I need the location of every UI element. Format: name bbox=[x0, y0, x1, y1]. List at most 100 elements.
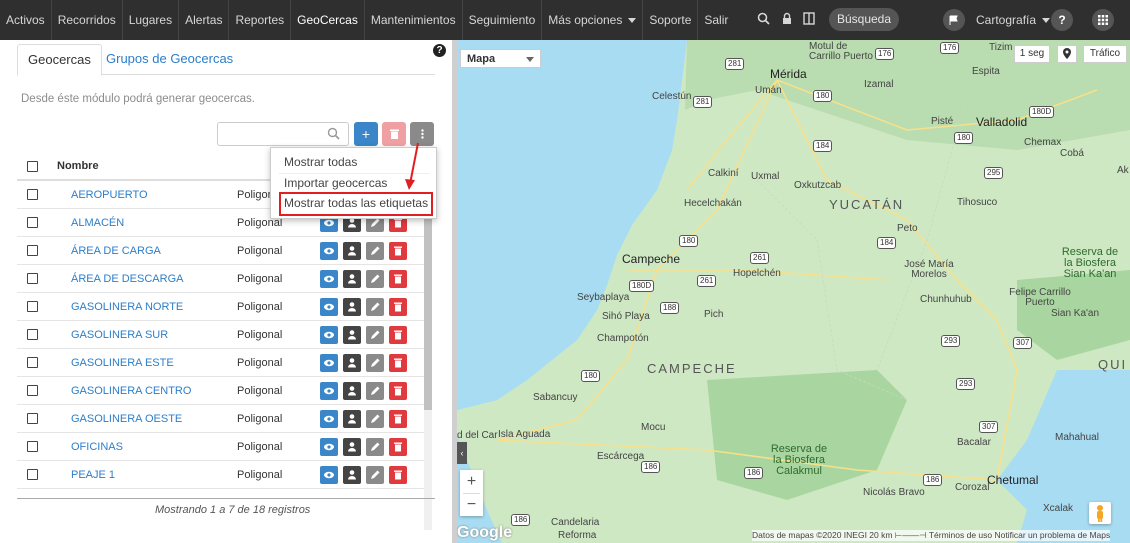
view-button[interactable] bbox=[320, 437, 338, 456]
row-checkbox[interactable] bbox=[27, 301, 38, 313]
zoom-in-button[interactable]: + bbox=[460, 470, 483, 493]
row-checkbox[interactable] bbox=[27, 217, 38, 229]
traffic-toggle-button[interactable]: Tráfico bbox=[1083, 45, 1127, 63]
row-checkbox[interactable] bbox=[27, 273, 38, 285]
delete-button[interactable] bbox=[389, 241, 407, 260]
edit-button[interactable] bbox=[366, 437, 384, 456]
apps-grid-icon[interactable] bbox=[1092, 9, 1114, 31]
delete-button[interactable] bbox=[389, 297, 407, 316]
nav-activos[interactable]: Activos bbox=[0, 0, 52, 40]
row-checkbox[interactable] bbox=[27, 441, 38, 453]
edit-button[interactable] bbox=[366, 465, 384, 484]
geofence-name-link[interactable]: ÁREA DE DESCARGA bbox=[57, 264, 237, 293]
geofence-name-link[interactable]: PEAJE 1 bbox=[57, 460, 237, 489]
delete-button[interactable] bbox=[389, 381, 407, 400]
row-checkbox[interactable] bbox=[27, 329, 38, 341]
view-button[interactable] bbox=[320, 409, 338, 428]
edit-button[interactable] bbox=[366, 381, 384, 400]
edit-button[interactable] bbox=[366, 241, 384, 260]
view-button[interactable] bbox=[320, 241, 338, 260]
nav-recorridos[interactable]: Recorridos bbox=[52, 0, 123, 40]
row-checkbox[interactable] bbox=[27, 357, 38, 369]
delete-button[interactable] bbox=[389, 325, 407, 344]
menu-item-importar-geocercas[interactable]: Importar geocercas bbox=[284, 176, 387, 190]
map-attribution[interactable]: Datos de mapas ©2020 INEGI 20 km ⊢——⊣ Té… bbox=[752, 530, 1111, 541]
view-button[interactable] bbox=[320, 381, 338, 400]
assign-user-button[interactable] bbox=[343, 241, 361, 260]
search-button[interactable]: Búsqueda bbox=[829, 8, 899, 31]
panel-layout-icon[interactable] bbox=[803, 12, 815, 28]
view-button[interactable] bbox=[320, 269, 338, 288]
tab-grupos-geocercas[interactable]: Grupos de Geocercas bbox=[96, 44, 243, 74]
delete-button[interactable] bbox=[389, 465, 407, 484]
trash-icon bbox=[389, 129, 399, 139]
row-checkbox[interactable] bbox=[27, 385, 38, 397]
edit-button[interactable] bbox=[366, 269, 384, 288]
assign-user-button[interactable] bbox=[343, 381, 361, 400]
assign-user-button[interactable] bbox=[343, 297, 361, 316]
assign-user-button[interactable] bbox=[343, 465, 361, 484]
table-scrollbar[interactable] bbox=[424, 190, 432, 530]
flag-icon[interactable] bbox=[943, 9, 965, 31]
view-button[interactable] bbox=[320, 465, 338, 484]
nav-lugares[interactable]: Lugares bbox=[123, 0, 180, 40]
row-checkbox[interactable] bbox=[27, 469, 38, 481]
nav-salir[interactable]: Salir bbox=[698, 0, 734, 40]
refresh-interval-button[interactable]: 1 seg bbox=[1014, 45, 1050, 63]
edit-button[interactable] bbox=[366, 325, 384, 344]
nav-seguimiento[interactable]: Seguimiento bbox=[463, 0, 543, 40]
map-pin-icon[interactable] bbox=[1057, 45, 1077, 63]
user-icon bbox=[348, 301, 356, 311]
row-checkbox[interactable] bbox=[27, 245, 38, 257]
row-checkbox[interactable] bbox=[27, 189, 38, 201]
add-geofence-button[interactable]: + bbox=[354, 122, 378, 146]
nav-soporte[interactable]: Soporte bbox=[643, 0, 699, 40]
row-checkbox[interactable] bbox=[27, 413, 38, 425]
delete-button[interactable] bbox=[389, 269, 407, 288]
menu-item-mostrar-todas[interactable]: Mostrar todas bbox=[284, 155, 357, 169]
delete-button[interactable] bbox=[389, 409, 407, 428]
nav-reportes[interactable]: Reportes bbox=[229, 0, 292, 40]
delete-button[interactable] bbox=[389, 353, 407, 372]
map-view[interactable]: Mérida YUCATÁN Campeche CAMPECHE Vallado… bbox=[457, 40, 1130, 543]
view-button[interactable] bbox=[320, 353, 338, 372]
geofence-name-link[interactable]: AEROPUERTO bbox=[57, 180, 237, 209]
tab-geocercas[interactable]: Geocercas bbox=[17, 44, 102, 76]
select-all-checkbox[interactable] bbox=[27, 160, 38, 172]
zoom-out-button[interactable]: − bbox=[460, 494, 483, 516]
edit-button[interactable] bbox=[366, 409, 384, 428]
geofence-search-input[interactable] bbox=[217, 122, 349, 146]
nav-alertas[interactable]: Alertas bbox=[179, 0, 230, 40]
help-icon[interactable]: ? bbox=[1051, 9, 1073, 31]
geofence-name-link[interactable]: GASOLINERA SUR bbox=[57, 320, 237, 349]
nav-mas-opciones[interactable]: Más opciones bbox=[542, 0, 644, 40]
view-button[interactable] bbox=[320, 325, 338, 344]
delete-button[interactable] bbox=[389, 437, 407, 456]
geofence-name-link[interactable]: OFICINAS bbox=[57, 432, 237, 461]
geofence-name-link[interactable]: ALMACÉN bbox=[57, 208, 237, 237]
geofence-name-link[interactable]: GASOLINERA CENTRO bbox=[57, 376, 237, 405]
assign-user-button[interactable] bbox=[343, 409, 361, 428]
nav-mantenimientos[interactable]: Mantenimientos bbox=[365, 0, 463, 40]
scrollbar-thumb[interactable] bbox=[424, 205, 432, 410]
nav-geocercas[interactable]: GeoCercas bbox=[291, 0, 365, 40]
edit-button[interactable] bbox=[366, 297, 384, 316]
collapse-panel-icon[interactable]: ‹ bbox=[457, 442, 467, 464]
lock-icon[interactable] bbox=[782, 12, 792, 28]
map-type-select[interactable]: Mapa bbox=[460, 49, 541, 68]
geofence-name-link[interactable]: GASOLINERA NORTE bbox=[57, 292, 237, 321]
cartography-dropdown[interactable]: Cartografía bbox=[976, 0, 1051, 40]
help-icon[interactable]: ? bbox=[433, 44, 446, 57]
assign-user-button[interactable] bbox=[343, 269, 361, 288]
assign-user-button[interactable] bbox=[343, 353, 361, 372]
search-icon[interactable] bbox=[757, 12, 770, 28]
assign-user-button[interactable] bbox=[343, 325, 361, 344]
assign-user-button[interactable] bbox=[343, 437, 361, 456]
geofence-name-link[interactable]: GASOLINERA OESTE bbox=[57, 404, 237, 433]
geofence-name-link[interactable]: GASOLINERA ESTE bbox=[57, 348, 237, 377]
edit-button[interactable] bbox=[366, 353, 384, 372]
search-input[interactable] bbox=[222, 123, 326, 145]
pegman-icon[interactable] bbox=[1089, 502, 1111, 524]
view-button[interactable] bbox=[320, 297, 338, 316]
geofence-name-link[interactable]: ÁREA DE CARGA bbox=[57, 236, 237, 265]
